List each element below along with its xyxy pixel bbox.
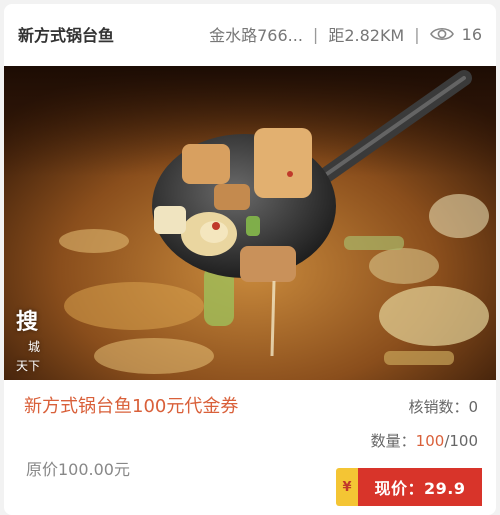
shop-address[interactable]: 金水路766... [209, 22, 303, 46]
divider: | [312, 24, 319, 44]
card-header: 新方式锅台鱼 金水路766... | 距2.82KM | 16 [4, 4, 496, 66]
watermark-logo: 搜 城 天下 [16, 309, 41, 373]
quantity-total: /100 [444, 432, 478, 450]
redeemed-value: 0 [468, 398, 478, 416]
shop-distance: 距2.82KM [328, 26, 405, 45]
current-price: 现价：29.9 [358, 468, 482, 506]
dish-photo[interactable]: 搜 城 天下 [4, 66, 496, 380]
quantity-remaining: 100 [415, 432, 445, 450]
redeemed-label: 核销数： [408, 398, 469, 416]
buy-price-button[interactable]: ¥ 现价：29.9 [336, 468, 482, 506]
redeemed-count: 核销数：0 [408, 396, 478, 417]
eye-icon [429, 26, 454, 42]
coupon-card[interactable]: 新方式锅台鱼 金水路766... | 距2.82KM | 16 搜 城 天下 新… [4, 4, 496, 515]
yen-tag-icon: ¥ [336, 468, 358, 506]
divider: | [414, 24, 420, 44]
original-price: 原价100.00元 [26, 460, 130, 479]
coupon-title[interactable]: 新方式锅台鱼100元代金券 [24, 392, 238, 418]
view-count: 16 [461, 24, 482, 44]
quantity-info: 数量：100/100 [371, 430, 478, 451]
shop-name[interactable]: 新方式锅台鱼 [18, 22, 114, 46]
shop-meta: 金水路766... | 距2.82KM | 16 [209, 22, 482, 46]
quantity-label: 数量： [370, 432, 416, 450]
